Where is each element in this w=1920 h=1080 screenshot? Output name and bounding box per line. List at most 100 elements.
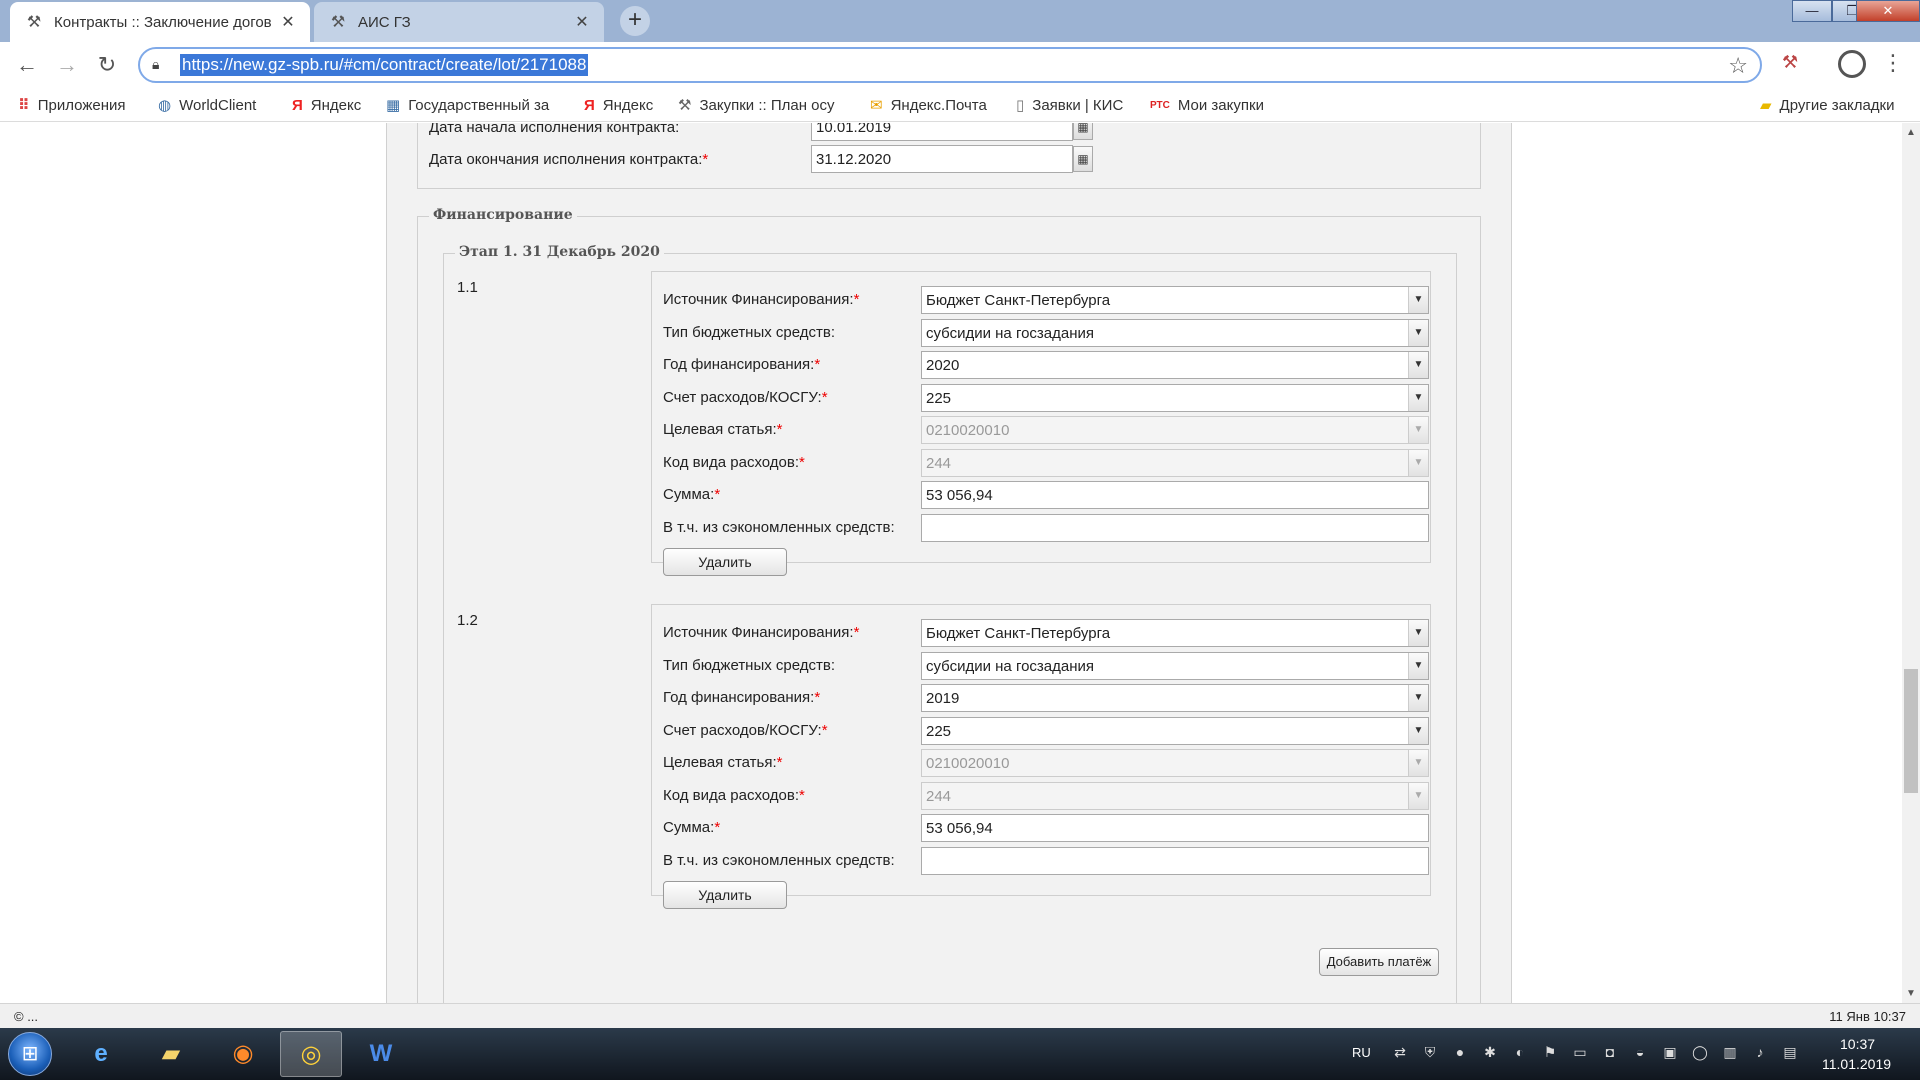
yandex-icon: Я [584,96,595,114]
teamviewer-icon[interactable]: ⇄ [1390,1042,1410,1062]
source-select[interactable]: Бюджет Санкт-Петербурга ▼ [921,619,1429,647]
year-select[interactable]: 2020 ▼ [921,351,1429,379]
extension-icon[interactable]: ⚒ [1782,52,1806,76]
tab-title: АИС ГЗ [358,13,411,31]
savings-input[interactable] [921,847,1429,875]
ie-icon[interactable]: e [70,1031,132,1077]
profile-icon[interactable] [1838,50,1866,78]
scroll-thumb[interactable] [1904,669,1918,793]
year-label: Год финансирования:* [663,689,821,706]
chevron-down-icon: ▼ [1408,320,1428,346]
scroll-down-icon[interactable]: ▼ [1902,988,1920,999]
copyright-text: © ... [14,1009,39,1024]
flag-icon[interactable]: ⚑ [1540,1042,1560,1062]
chevron-down-icon: ▼ [1408,750,1428,776]
close-icon[interactable]: ✕ [574,12,590,32]
chrome-icon[interactable]: ◎ [280,1031,342,1077]
tray-app-icon[interactable]: ● [1450,1042,1470,1062]
bookmark-apps[interactable]: ⠿ Приложения [18,95,125,115]
forward-arrow-icon[interactable]: → [52,50,82,80]
clock-date[interactable]: 11.01.2019 [1822,1056,1891,1072]
start-date-input[interactable]: 10.01.2019 [811,123,1073,141]
minimize-button[interactable]: — [1792,0,1832,22]
lock-icon: 🔒︎ [152,56,160,72]
budget-type-select[interactable]: субсидии на госзадания ▼ [921,652,1429,680]
tab-ais-gz[interactable]: ⚒ АИС ГЗ ✕ [314,2,604,42]
chevron-down-icon: ▼ [1408,352,1428,378]
bookmark-zakupki-plan[interactable]: ⚒ Закупки :: План осу [678,95,835,115]
chevron-down-icon: ▼ [1408,417,1428,443]
address-bar[interactable]: 🔒︎ https://new.gz-spb.ru/#cm/contract/cr… [138,47,1762,83]
source-label: Источник Финансирования:* [663,624,860,641]
stage-legend: Этап 1. 31 Декабрь 2020 [455,244,664,260]
new-tab-button[interactable]: + [620,6,650,36]
savings-input[interactable] [921,514,1429,542]
add-payment-button[interactable]: Добавить платёж [1319,948,1439,976]
amount-input[interactable]: 53 056,94 [921,481,1429,509]
calendar-icon[interactable]: ▦ [1073,146,1093,172]
amount-input[interactable]: 53 056,94 [921,814,1429,842]
kosgu-select[interactable]: 225 ▼ [921,717,1429,745]
bookmark-yandex-2[interactable]: Я Яндекс [584,95,653,115]
bookmark-worldclient[interactable]: ◍ WorldClient [158,95,256,115]
tray-app-icon[interactable]: ◐ [1510,1042,1530,1062]
bookmark-yandex[interactable]: Я Яндекс [292,95,361,115]
bookmark-zayavki-kis[interactable]: ▯ Заявки | КИС [1016,95,1123,115]
year-select[interactable]: 2019 ▼ [921,684,1429,712]
explorer-icon[interactable]: ▰ [140,1031,202,1077]
tray-app-icon[interactable]: ▣ [1660,1042,1680,1062]
tray-app-icon[interactable]: ✱ [1480,1042,1500,1062]
contract-form: Дата начала исполнения контракта: 10.01.… [386,123,1512,1003]
language-indicator[interactable]: RU [1352,1045,1371,1060]
windows-taskbar: ⊞ e ▰ ◉ ◎ W RU ⇄ ⛨ ● ✱ ◐ ⚑ ▭ ◘ ◒ ▣ ◯ ▥ ♪… [0,1028,1920,1080]
network-icon[interactable]: ▥ [1720,1042,1740,1062]
budget-type-label: Тип бюджетных средств: [663,324,836,341]
budget-type-select[interactable]: субсидии на госзадания ▼ [921,319,1429,347]
expense-code-label: Код вида расходов:* [663,787,805,804]
antivirus-icon[interactable]: ⛨ [1420,1042,1440,1062]
delete-button[interactable]: Удалить [663,881,787,909]
tab-contracts[interactable]: ⚒ Контракты :: Заключение догов ✕ [10,2,310,42]
close-icon[interactable]: ✕ [280,12,296,32]
window-close-button[interactable]: ✕ [1856,0,1920,22]
clock-time[interactable]: 10:37 [1840,1036,1875,1052]
bookmark-other[interactable]: ▰ Другие закладки [1760,95,1894,115]
tray-app-icon[interactable]: ◒ [1630,1042,1650,1062]
page-scrollbar[interactable]: ▲ ▼ [1902,123,1920,1003]
tray-app-icon[interactable]: ◯ [1690,1042,1710,1062]
action-center-icon[interactable]: ▤ [1780,1042,1800,1062]
expense-code-select: 244 ▼ [921,782,1429,810]
calendar-icon[interactable]: ▦ [1073,123,1093,140]
amount-label: Сумма:* [663,819,721,836]
kosgu-select[interactable]: 225 ▼ [921,384,1429,412]
chevron-down-icon: ▼ [1408,685,1428,711]
kosgu-label: Счет расходов/КОСГУ:* [663,722,828,739]
page-viewport: Дата начала исполнения контракта: 10.01.… [0,123,1902,1003]
target-select: 0210020010 ▼ [921,416,1429,444]
bookmark-gos-zakaz[interactable]: ▦ Государственный за [386,95,549,115]
menu-dots-icon[interactable]: ⋮ [1882,50,1904,76]
word-icon[interactable]: W [350,1031,412,1077]
tray-app-icon[interactable]: ▭ [1570,1042,1590,1062]
tab-title: Контракты :: Заключение догов [54,13,272,31]
amount-label: Сумма:* [663,486,721,503]
volume-icon[interactable]: ♪ [1750,1042,1770,1062]
rts-icon: РТС [1150,99,1170,111]
apps-grid-icon: ⠿ [18,97,30,114]
delete-button[interactable]: Удалить [663,548,787,576]
bookmark-star-icon[interactable]: ☆ [1728,53,1748,79]
back-arrow-icon[interactable]: ← [12,50,42,80]
reload-icon[interactable]: ↻ [92,50,122,80]
scroll-up-icon[interactable]: ▲ [1902,127,1920,138]
windows-start-icon[interactable]: ⊞ [8,1032,52,1076]
tray-app-icon[interactable]: ◘ [1600,1042,1620,1062]
url-text[interactable]: https://new.gz-spb.ru/#cm/contract/creat… [180,54,589,76]
end-date-input[interactable]: 31.12.2020 [811,145,1073,173]
bookmark-moi-zakupki[interactable]: РТС Мои закупки [1150,95,1264,115]
page-icon: ▯ [1016,97,1025,114]
browser-tab-bar: ⚒ Контракты :: Заключение догов ✕ ⚒ АИС … [0,0,1920,42]
bookmark-yandex-mail[interactable]: ✉ Яндекс.Почта [870,95,987,115]
globe-icon: ◍ [158,97,172,114]
firefox-icon[interactable]: ◉ [212,1031,274,1077]
source-select[interactable]: Бюджет Санкт-Петербурга ▼ [921,286,1429,314]
